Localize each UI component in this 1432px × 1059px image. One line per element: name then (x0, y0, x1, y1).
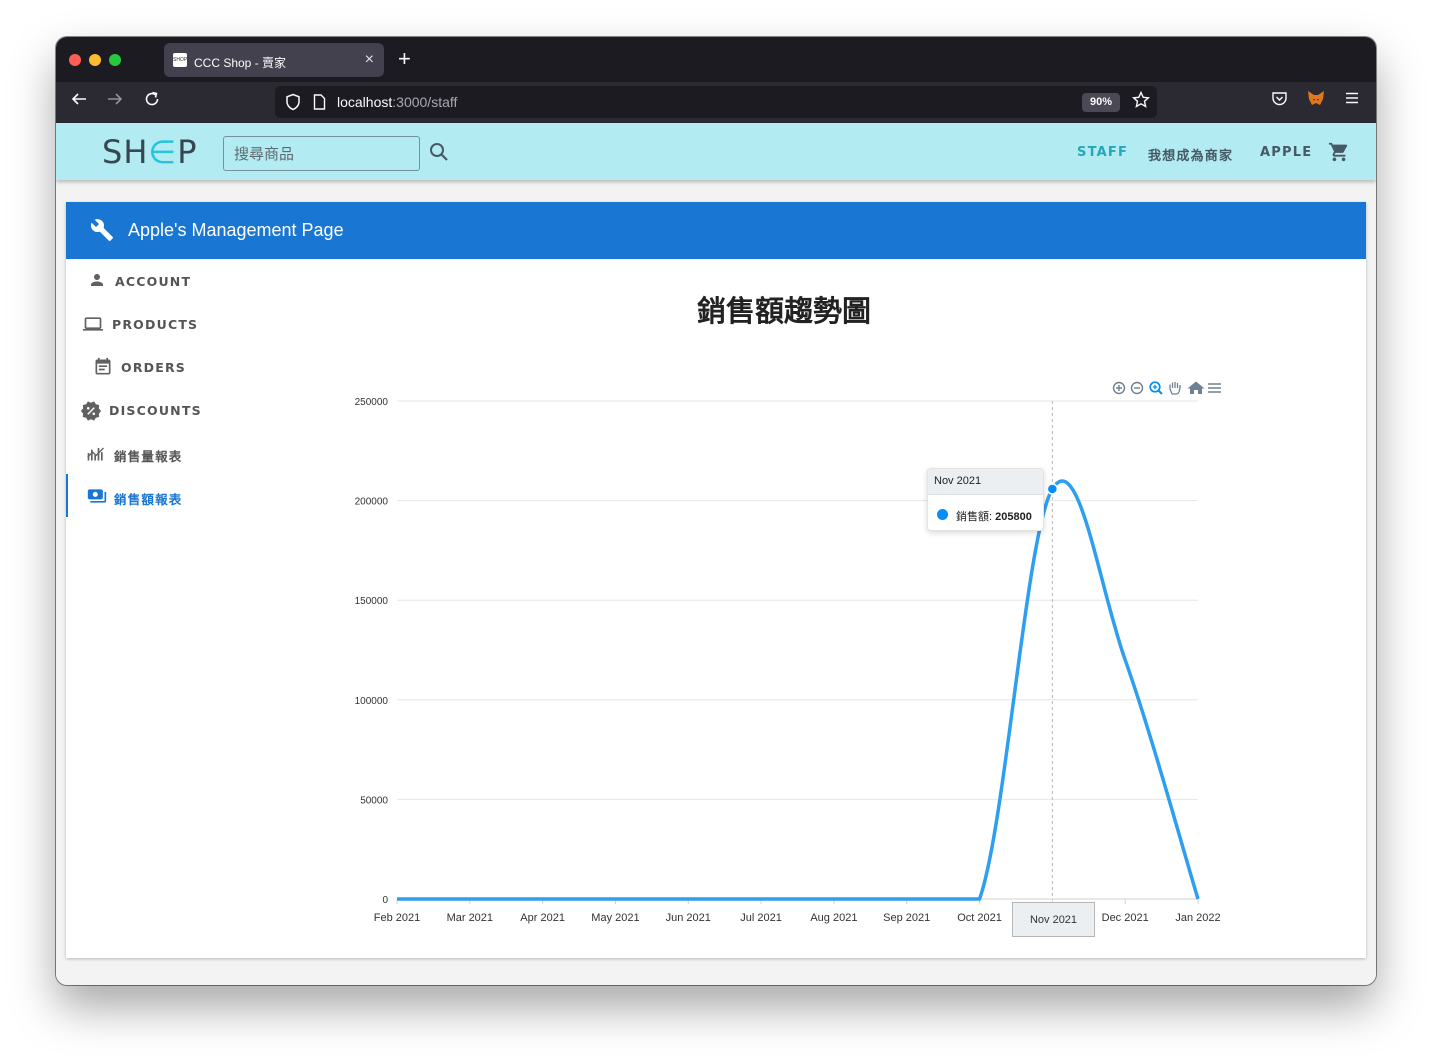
tab-close-icon[interactable]: × (365, 51, 374, 69)
chart-toolbar (1110, 379, 1230, 402)
cart-icon[interactable] (1328, 141, 1350, 168)
reset-home-icon[interactable] (1187, 381, 1205, 395)
x-tick-label: Dec 2021 (1102, 912, 1149, 924)
page-content: Apple's Management Page ACCOUNT PRODUCTS… (56, 180, 1376, 985)
shield-icon (286, 93, 300, 111)
x-tick-label: Feb 2021 (374, 912, 420, 924)
data-point-marker (1046, 483, 1059, 495)
sales-chart: 0 50000 100000 150000 200000 250000 Feb 2021 Ma… (355, 397, 1221, 924)
tooltip-series-label: 銷售額: (956, 511, 993, 523)
nav-apple-account[interactable]: APPLE (1260, 145, 1312, 160)
chart-tooltip: Nov 2021 銷售額: 205800 (927, 468, 1044, 531)
url-bar[interactable]: localhost:3000/staff 90% (275, 86, 1157, 118)
page-icon (313, 94, 326, 110)
x-tick-label: Oct 2021 (957, 912, 1002, 924)
x-tick-label: Jun 2021 (666, 912, 711, 924)
search-icon[interactable] (428, 141, 450, 168)
back-arrow-icon (71, 93, 86, 105)
tab-title: CCC Shop - 賣家 (194, 56, 287, 70)
series-line (396, 479, 1200, 901)
metamask-fox-icon[interactable] (1307, 90, 1325, 112)
x-tick-label: Aug 2021 (810, 912, 857, 924)
forward-arrow-icon (108, 93, 123, 105)
close-window-button[interactable] (69, 54, 81, 66)
shop-logo[interactable]: SH∈P (102, 133, 198, 171)
browser-toolbar: localhost:3000/staff 90% (56, 82, 1376, 123)
menu-hamburger-icon[interactable] (1344, 90, 1360, 111)
tooltip-title: Nov 2021 (928, 469, 1043, 495)
new-tab-button[interactable]: + (398, 47, 411, 71)
back-button[interactable] (70, 90, 88, 114)
tooltip-value: 205800 (995, 511, 1032, 523)
y-tick-label: 50000 (360, 795, 388, 806)
reload-icon (145, 91, 159, 106)
x-tick-label: Jan 2022 (1175, 912, 1220, 924)
tooltip-row: 銷售額: 205800 (956, 508, 1032, 524)
y-tick-label: 200000 (355, 497, 389, 508)
url-host: localhost (337, 94, 393, 110)
pan-hand-icon[interactable] (1169, 382, 1181, 395)
x-tick-label: Jul 2021 (740, 912, 782, 924)
x-tick-label: Sep 2021 (883, 912, 930, 924)
chart-menu-icon[interactable] (1208, 383, 1221, 393)
y-tick-label: 150000 (355, 596, 389, 607)
url-text: localhost:3000/staff (337, 94, 457, 110)
zoom-badge[interactable]: 90% (1082, 93, 1120, 112)
app-header: SH∈P STAFF 我想成為商家 APPLE (56, 123, 1376, 180)
x-tick-label: May 2021 (591, 912, 639, 924)
search-input[interactable] (223, 136, 420, 171)
url-path: :3000/staff (392, 94, 458, 110)
minimize-window-button[interactable] (89, 54, 101, 66)
bookmark-star-icon[interactable] (1131, 90, 1151, 114)
y-tick-label: 0 (382, 895, 388, 906)
zoom-out-icon[interactable] (1130, 381, 1144, 395)
nav-staff[interactable]: STAFF (1077, 145, 1128, 160)
zoom-in-icon[interactable] (1112, 381, 1126, 395)
tab-bar: SHOP CCC Shop - 賣家 × + (56, 37, 1376, 82)
reload-button[interactable] (143, 90, 161, 114)
nav-become-merchant[interactable]: 我想成為商家 (1148, 145, 1233, 164)
y-tick-label: 100000 (355, 696, 389, 707)
pocket-icon[interactable] (1271, 90, 1288, 112)
browser-window: SHOP CCC Shop - 賣家 × + localhost:3000/st… (56, 37, 1376, 985)
selection-zoom-icon[interactable] (1149, 381, 1163, 395)
forward-button[interactable] (106, 90, 124, 114)
favicon-icon: SHOP (173, 53, 187, 67)
tooltip-marker (937, 509, 948, 520)
x-tick-label: Mar 2021 (447, 912, 493, 924)
maximize-window-button[interactable] (109, 54, 121, 66)
y-tick-label: 250000 (355, 397, 389, 408)
x-crosshair-label: Nov 2021 (1012, 902, 1095, 937)
management-card: Apple's Management Page ACCOUNT PRODUCTS… (66, 202, 1366, 958)
x-tick-label: Apr 2021 (520, 912, 565, 924)
browser-tab[interactable]: SHOP CCC Shop - 賣家 × (164, 43, 384, 77)
